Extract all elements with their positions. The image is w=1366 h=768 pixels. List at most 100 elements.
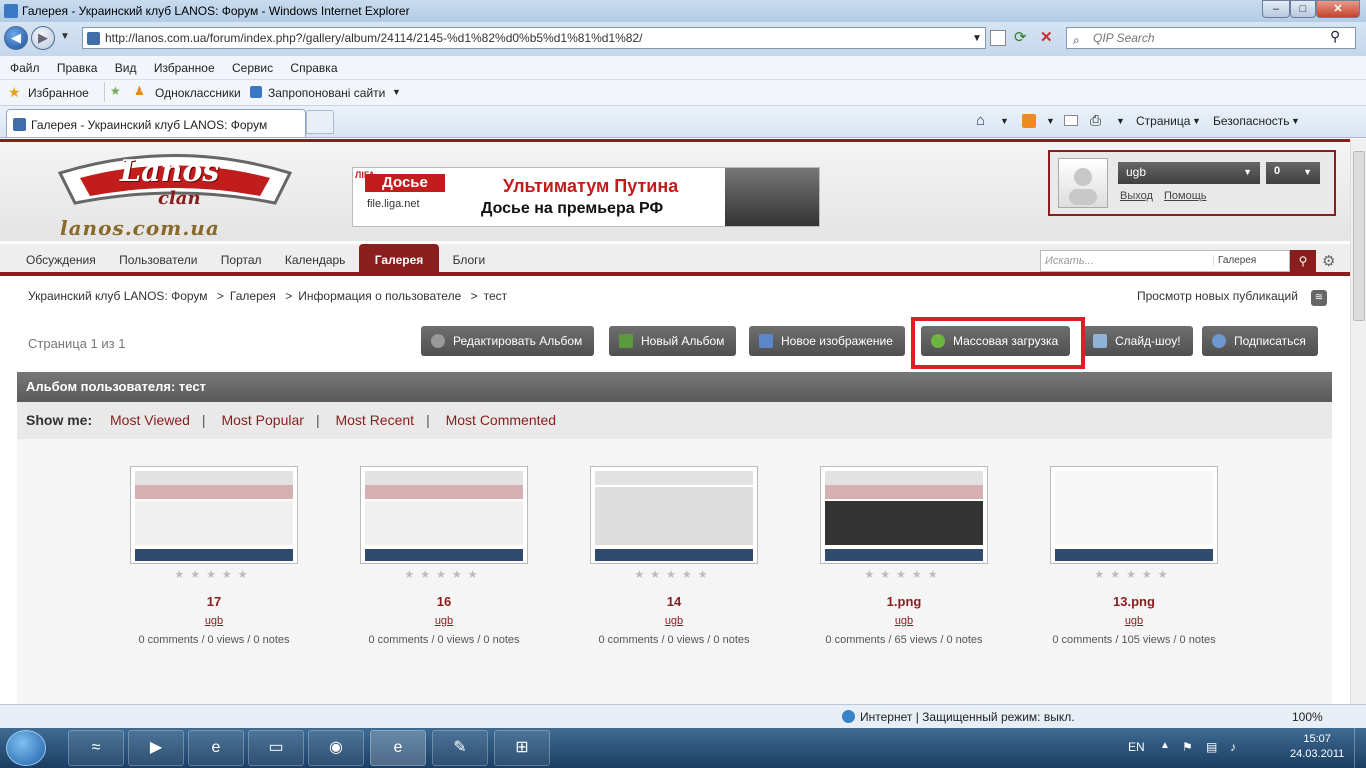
logout-link[interactable]: Выход	[1120, 190, 1153, 202]
browser-tab[interactable]: Галерея - Украинский клуб LANOS: Форум	[6, 109, 306, 137]
scrollbar-thumb[interactable]	[1353, 151, 1365, 321]
rating-stars[interactable]: ★★★★★	[1050, 568, 1218, 581]
rating-stars[interactable]: ★★★★★	[590, 568, 758, 581]
home-dropdown-icon[interactable]: ▼	[1000, 116, 1009, 126]
nav-portal[interactable]: Портал	[211, 244, 272, 276]
system-clock[interactable]: 15:07 24.03.2011	[1290, 732, 1344, 762]
nav-gallery[interactable]: Галерея	[358, 244, 440, 276]
add-favorite-icon[interactable]: ★	[110, 84, 121, 98]
nav-discussions[interactable]: Обсуждения	[16, 244, 106, 276]
razer-app-icon[interactable]: ≈	[68, 730, 124, 766]
close-button[interactable]: ✕	[1316, 0, 1360, 18]
maximize-button[interactable]: □	[1290, 0, 1316, 18]
image-owner-link[interactable]: ugb	[820, 615, 988, 627]
image-owner-link[interactable]: ugb	[130, 615, 298, 627]
image-title[interactable]: 1.png	[820, 594, 988, 609]
breadcrumb-gallery[interactable]: Галерея	[230, 289, 276, 303]
show-desktop-button[interactable]	[1354, 728, 1366, 768]
print-icon[interactable]: ⎙	[1090, 112, 1101, 129]
image-thumbnail[interactable]	[360, 466, 528, 564]
image-title[interactable]: 16	[360, 594, 528, 609]
rating-stars[interactable]: ★★★★★	[820, 568, 988, 581]
show-hidden-icons-icon[interactable]: ▲	[1160, 740, 1170, 751]
media-player-icon[interactable]: ▶	[128, 730, 184, 766]
search-scope-select[interactable]: Галерея	[1213, 255, 1256, 266]
rss-icon[interactable]: ≋	[1311, 290, 1327, 306]
address-input[interactable]: http://lanos.com.ua/forum/index.php?/gal…	[82, 27, 986, 49]
language-indicator[interactable]: EN	[1128, 740, 1145, 754]
image-owner-link[interactable]: ugb	[590, 615, 758, 627]
new-tab-button[interactable]	[306, 110, 334, 134]
suggested-dropdown-icon[interactable]: ▼	[392, 87, 401, 97]
image-title[interactable]: 17	[130, 594, 298, 609]
menu-tools[interactable]: Сервис	[232, 61, 273, 75]
image-owner-link[interactable]: ugb	[360, 615, 528, 627]
avatar[interactable]	[1058, 158, 1108, 208]
page-menu[interactable]: Страница	[1136, 114, 1190, 128]
nav-calendar[interactable]: Календарь	[275, 244, 356, 276]
image-thumbnail[interactable]	[1050, 466, 1218, 564]
menu-file[interactable]: Файл	[10, 61, 40, 75]
gadgets-icon[interactable]: ⊞	[494, 730, 550, 766]
breadcrumb-user-info[interactable]: Информация о пользователе	[298, 289, 461, 303]
search-go-icon[interactable]: ⚲	[1330, 28, 1340, 45]
action-center-icon[interactable]: ⚑	[1182, 740, 1193, 754]
rating-stars[interactable]: ★★★★★	[360, 568, 528, 581]
site-search-input[interactable]: Искать... Галерея	[1040, 250, 1290, 272]
odnoklassniki-link[interactable]: Одноклассники	[155, 86, 241, 100]
zoom-level[interactable]: 100%	[1292, 710, 1323, 724]
nav-blogs[interactable]: Блоги	[443, 244, 496, 276]
filter-most-viewed[interactable]: Most Viewed	[110, 412, 190, 428]
user-menu-dropdown[interactable]: ugb ▼	[1118, 162, 1260, 184]
suggested-sites-link[interactable]: Запропоновані сайти	[268, 86, 385, 100]
help-link[interactable]: Помощь	[1164, 190, 1207, 202]
subscribe-button[interactable]: Подписаться	[1202, 326, 1318, 356]
internet-explorer-active-icon[interactable]: e	[370, 730, 426, 766]
stop-icon[interactable]: ✕	[1040, 28, 1053, 46]
filter-most-popular[interactable]: Most Popular	[221, 412, 303, 428]
new-image-button[interactable]: Новое изображение	[749, 326, 905, 356]
history-dropdown-icon[interactable]: ▼	[60, 31, 70, 42]
address-dropdown-icon[interactable]: ▼	[972, 33, 982, 44]
image-thumbnail[interactable]	[130, 466, 298, 564]
safety-menu[interactable]: Безопасность	[1213, 114, 1290, 128]
menu-view[interactable]: Вид	[115, 61, 137, 75]
chrome-icon[interactable]: ◉	[308, 730, 364, 766]
qip-search-input[interactable]: ⌕ QIP Search	[1066, 27, 1356, 49]
start-button[interactable]	[6, 730, 46, 766]
print-dropdown-icon[interactable]: ▼	[1116, 116, 1125, 126]
breadcrumb-forum[interactable]: Украинский клуб LANOS: Форум	[28, 289, 208, 303]
favorites-button[interactable]: Избранное	[28, 86, 89, 100]
vertical-scrollbar[interactable]	[1350, 139, 1366, 704]
image-title[interactable]: 14	[590, 594, 758, 609]
edit-album-button[interactable]: Редактировать Альбом	[421, 326, 595, 356]
feeds-icon[interactable]	[1022, 114, 1036, 128]
forward-button[interactable]: ▶	[31, 26, 55, 50]
feeds-dropdown-icon[interactable]: ▼	[1046, 116, 1055, 126]
ad-banner[interactable]: ЛІГА Досье file.liga.net Ультиматум Пути…	[352, 167, 820, 227]
network-icon[interactable]: ▤	[1206, 740, 1217, 754]
refresh-icon[interactable]: ⟳	[1014, 28, 1027, 46]
search-button[interactable]: ⚲	[1290, 250, 1316, 272]
image-owner-link[interactable]: ugb	[1050, 615, 1218, 627]
internet-explorer-icon[interactable]: e	[188, 730, 244, 766]
image-thumbnail[interactable]	[820, 466, 988, 564]
notification-count-dropdown[interactable]: 0 ▼	[1266, 162, 1320, 184]
rating-stars[interactable]: ★★★★★	[130, 568, 298, 581]
minimize-button[interactable]: –	[1262, 0, 1290, 18]
menu-help[interactable]: Справка	[290, 61, 337, 75]
new-album-button[interactable]: Новый Альбом	[609, 326, 737, 356]
lanos-logo[interactable]: Lanos clan lanos.com.ua	[50, 148, 300, 243]
volume-icon[interactable]: ♪	[1230, 740, 1236, 754]
new-publications-link[interactable]: Просмотр новых публикаций	[1137, 289, 1298, 303]
filter-most-recent[interactable]: Most Recent	[335, 412, 414, 428]
home-icon[interactable]: ⌂	[976, 112, 985, 129]
mail-icon[interactable]	[1064, 115, 1078, 126]
menu-edit[interactable]: Правка	[57, 61, 98, 75]
gear-icon[interactable]: ⚙	[1322, 252, 1335, 270]
back-button[interactable]: ◀	[4, 26, 28, 50]
paint-icon[interactable]: ✎	[432, 730, 488, 766]
image-thumbnail[interactable]	[590, 466, 758, 564]
file-explorer-icon[interactable]: ▭	[248, 730, 304, 766]
filter-most-commented[interactable]: Most Commented	[446, 412, 556, 428]
